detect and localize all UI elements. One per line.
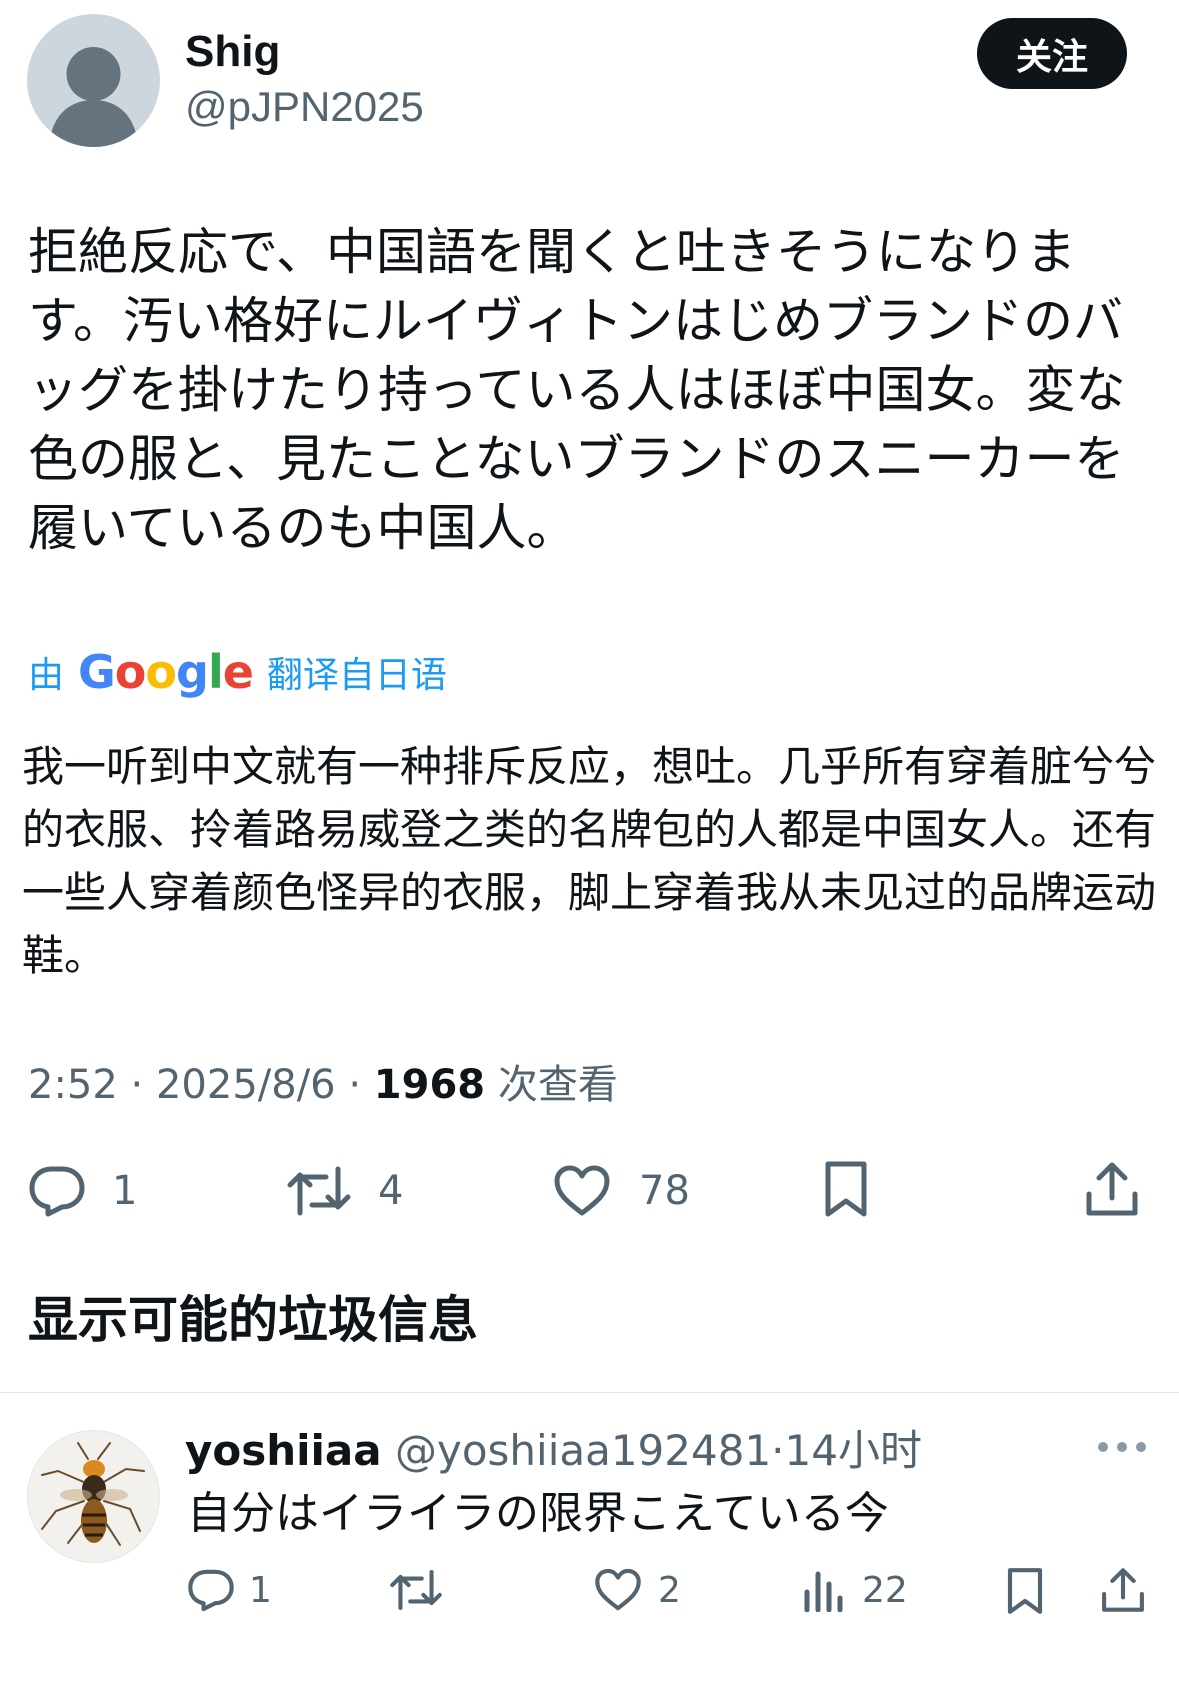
like-icon bbox=[554, 1165, 610, 1216]
like-button[interactable]: 78 bbox=[553, 1165, 690, 1217]
translated-text: 我一听到中文就有一种排斥反应，想吐。几乎所有穿着脏兮兮的衣服、拎着路易威登之类的… bbox=[22, 742, 1157, 980]
tweet-time[interactable]: 2:52 bbox=[28, 1062, 118, 1108]
follow-button[interactable]: 关注 bbox=[977, 18, 1127, 89]
hornet-avatar-icon bbox=[41, 1442, 145, 1546]
reply-reply-button[interactable]: 1 bbox=[187, 1568, 272, 1612]
repost-count: 4 bbox=[378, 1168, 404, 1214]
share-button[interactable] bbox=[1084, 1160, 1140, 1218]
meta-separator: · bbox=[335, 1062, 374, 1108]
views-icon bbox=[804, 1571, 843, 1612]
tweet-text: 拒絶反応で、中国語を聞くと吐きそうになります。汚い格好にルイヴィトンはじめブラン… bbox=[28, 223, 1126, 557]
reply-header: yoshiiaa @yoshiiaa192481·14小时 bbox=[185, 1423, 922, 1479]
avatar-placeholder-icon bbox=[49, 47, 138, 147]
author-avatar[interactable] bbox=[27, 14, 160, 147]
reply-share-button[interactable] bbox=[1100, 1566, 1146, 1614]
views-label: 次查看 bbox=[497, 1062, 618, 1108]
author-name[interactable]: Shig bbox=[185, 26, 280, 78]
more-icon[interactable] bbox=[1098, 1432, 1146, 1462]
divider bbox=[0, 1392, 1179, 1393]
tweet-date[interactable]: 2025/8/6 bbox=[156, 1062, 336, 1108]
translate-prefix: 由 bbox=[28, 655, 65, 696]
reply-text: 自分はイライラの限界こえている今 bbox=[187, 1488, 889, 1539]
reply-avatar[interactable] bbox=[27, 1430, 160, 1563]
meta-separator: · bbox=[117, 1062, 156, 1108]
reply-like-count: 2 bbox=[658, 1569, 681, 1611]
author-handle[interactable]: @pJPN2025 bbox=[185, 82, 424, 132]
reply-icon bbox=[188, 1569, 234, 1612]
repost-button[interactable]: 4 bbox=[286, 1165, 403, 1217]
reply-like-button[interactable]: 2 bbox=[594, 1568, 681, 1612]
bookmark-button[interactable] bbox=[823, 1159, 869, 1219]
reply-time[interactable]: 14小时 bbox=[785, 1426, 922, 1475]
share-icon bbox=[1086, 1162, 1138, 1216]
reply-separator: · bbox=[771, 1426, 785, 1475]
share-icon bbox=[1102, 1568, 1144, 1612]
bookmark-icon bbox=[825, 1161, 867, 1217]
like-icon bbox=[595, 1568, 641, 1611]
translated-by-google[interactable]: 由 Google 翻译自日语 bbox=[28, 642, 447, 702]
reply-views-button[interactable]: 22 bbox=[802, 1568, 908, 1612]
reply-button[interactable]: 1 bbox=[28, 1165, 137, 1217]
google-logo: Google bbox=[78, 645, 254, 699]
reply-icon bbox=[29, 1166, 85, 1217]
reply-author-handle[interactable]: @yoshiiaa192481 bbox=[395, 1426, 771, 1475]
show-spam-link[interactable]: 显示可能的垃圾信息 bbox=[28, 1290, 478, 1350]
view-count: 1968 bbox=[373, 1062, 486, 1108]
reply-author-name[interactable]: yoshiiaa bbox=[185, 1426, 382, 1475]
reply-views-count: 22 bbox=[862, 1569, 908, 1611]
reply-count: 1 bbox=[112, 1168, 138, 1214]
repost-icon bbox=[390, 1569, 442, 1611]
tweet-meta: 2:52 · 2025/8/6 · 1968 次查看 bbox=[28, 1060, 618, 1110]
bookmark-icon bbox=[1007, 1568, 1043, 1614]
translate-suffix: 翻译自日语 bbox=[266, 655, 447, 696]
reply-repost-button[interactable] bbox=[389, 1568, 457, 1612]
reply-bookmark-button[interactable] bbox=[1005, 1566, 1045, 1616]
reply-reply-count: 1 bbox=[249, 1569, 272, 1611]
like-count: 78 bbox=[639, 1168, 690, 1214]
repost-icon bbox=[287, 1166, 351, 1216]
